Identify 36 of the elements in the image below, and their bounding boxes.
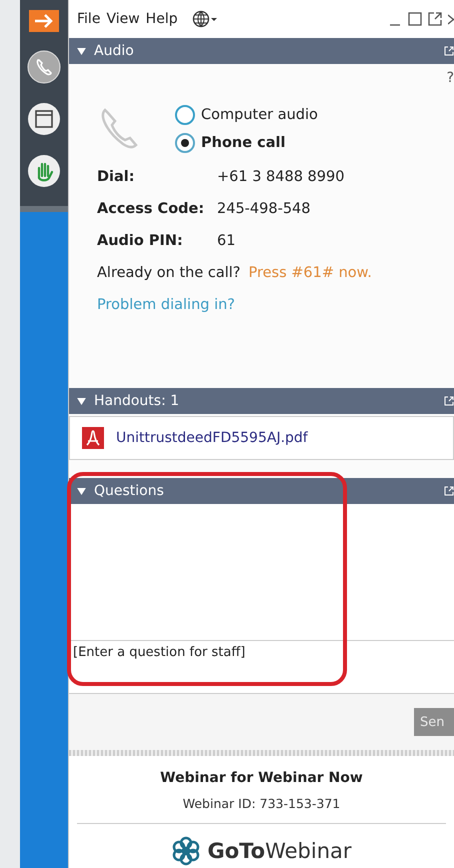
detail-value: 245-498-548 [217,201,310,217]
help-icon[interactable]: ? [446,70,454,86]
radio-button[interactable] [175,105,195,125]
window-icon[interactable] [27,102,61,136]
questions-header[interactable]: Questions [69,478,454,504]
radio-label: Computer audio [201,107,318,123]
popout-icon[interactable] [428,12,442,26]
audio-header[interactable]: Audio [69,38,454,64]
webinar-id: Webinar ID: 733-153-371 [182,796,340,811]
flower-logo-icon [171,836,202,866]
press-text: Press #61# now. [248,265,372,281]
webinar-title: Webinar for Webinar Now [160,770,363,786]
already-text: Already on the call? [97,265,240,281]
detail-value: +61 3 8488 8990 [217,169,344,185]
radio-label: Phone call [201,135,286,151]
question-field[interactable]: [Enter a question for staff] [69,640,454,694]
collapse-icon[interactable] [77,48,86,54]
maximize-icon[interactable] [408,12,422,26]
detail-label: Dial: [97,169,136,185]
file-link[interactable]: UnittrustdeedFD5595AJ.pdf [116,430,308,446]
radio-button[interactable] [175,133,195,153]
pdf-icon [82,427,104,449]
phone-icon[interactable] [27,50,61,84]
hand-icon[interactable] [27,154,61,188]
detail-label: Access Code: [97,201,206,217]
menu-item[interactable]: File [77,11,100,27]
collapse-icon[interactable] [77,488,86,494]
menu-item[interactable]: Help [146,11,178,27]
globe-icon[interactable] [192,10,218,28]
menu-item[interactable]: View [106,11,140,27]
detail-label: Audio PIN: [97,233,184,249]
handouts-header[interactable]: Handouts: 1 [69,388,454,414]
logo-text: GoToWebinar [207,839,352,863]
close-icon[interactable] [448,12,454,26]
collapse-icon[interactable] [77,398,86,404]
detail-value: 61 [217,233,236,249]
